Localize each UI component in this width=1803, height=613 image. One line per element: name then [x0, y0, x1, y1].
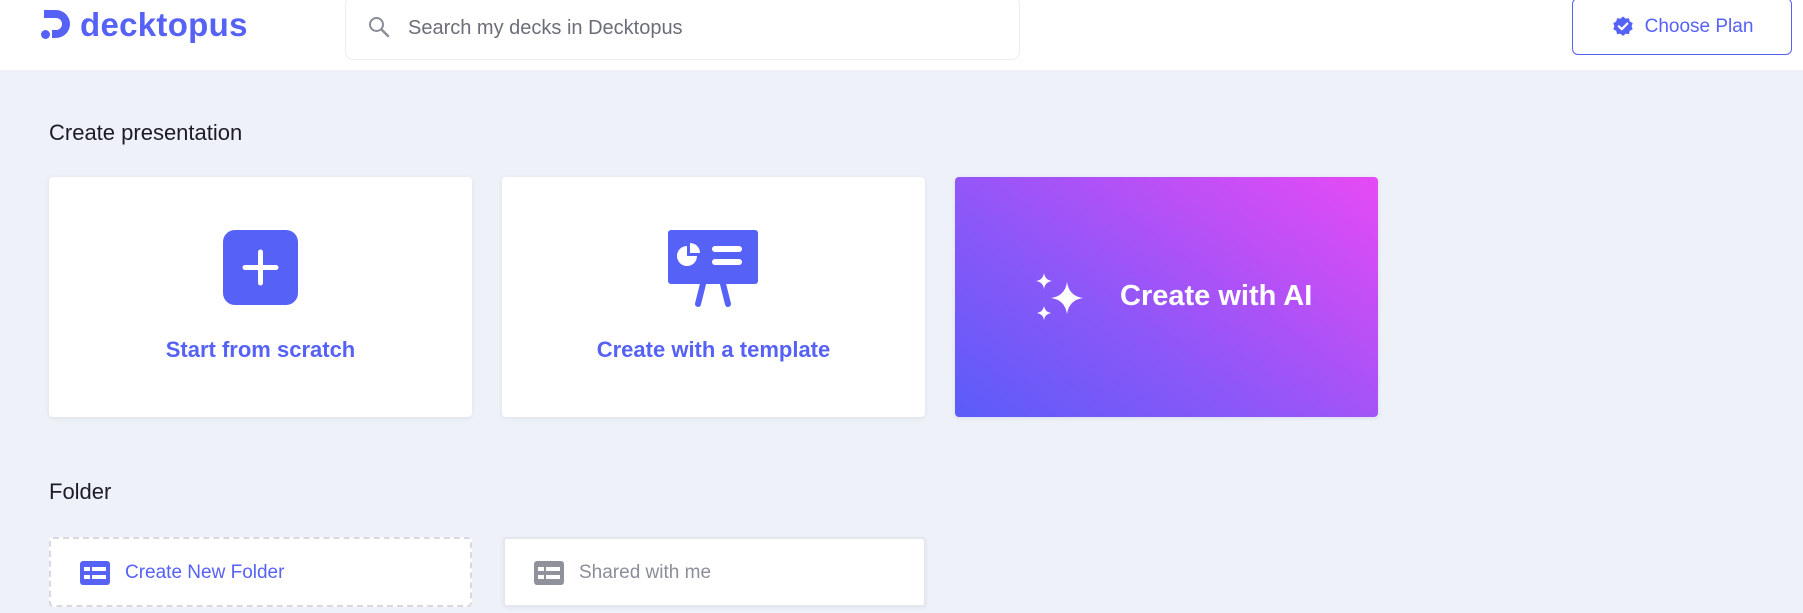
shared-with-me-label: Shared with me	[579, 562, 712, 583]
sparkle-icon	[1036, 273, 1083, 320]
create-new-folder-button[interactable]: Create New Folder	[49, 537, 472, 607]
start-from-scratch-label: Start from scratch	[165, 337, 356, 362]
search-icon	[369, 17, 390, 38]
create-with-ai-label: Create with AI	[1120, 280, 1313, 312]
folder-list-icon	[534, 561, 564, 585]
decktopus-logo-icon	[41, 10, 70, 39]
plus-icon	[223, 230, 298, 305]
folder-heading: Folder	[49, 479, 112, 504]
presentation-board-icon	[668, 230, 758, 307]
choose-plan-label: Choose Plan	[1644, 15, 1754, 37]
search-bar[interactable]	[345, 0, 1020, 60]
logo-text: decktopus	[80, 6, 248, 43]
choose-plan-button[interactable]: Choose Plan	[1572, 0, 1792, 55]
create-with-template-label: Create with a template	[596, 337, 831, 362]
create-presentation-heading: Create presentation	[49, 120, 243, 145]
create-with-ai-card[interactable]: Create with AI	[955, 177, 1378, 417]
shared-with-me-button[interactable]: Shared with me	[503, 537, 926, 607]
verified-badge-icon	[1612, 16, 1633, 36]
create-new-folder-label: Create New Folder	[125, 562, 285, 583]
create-with-template-card[interactable]: Create with a template	[502, 177, 925, 417]
top-bar: decktopus Choose Plan	[0, 0, 1803, 70]
search-input[interactable]	[408, 0, 1008, 59]
logo[interactable]: decktopus	[40, 4, 248, 46]
folder-list-icon	[80, 561, 110, 585]
start-from-scratch-card[interactable]: Start from scratch	[49, 177, 472, 417]
